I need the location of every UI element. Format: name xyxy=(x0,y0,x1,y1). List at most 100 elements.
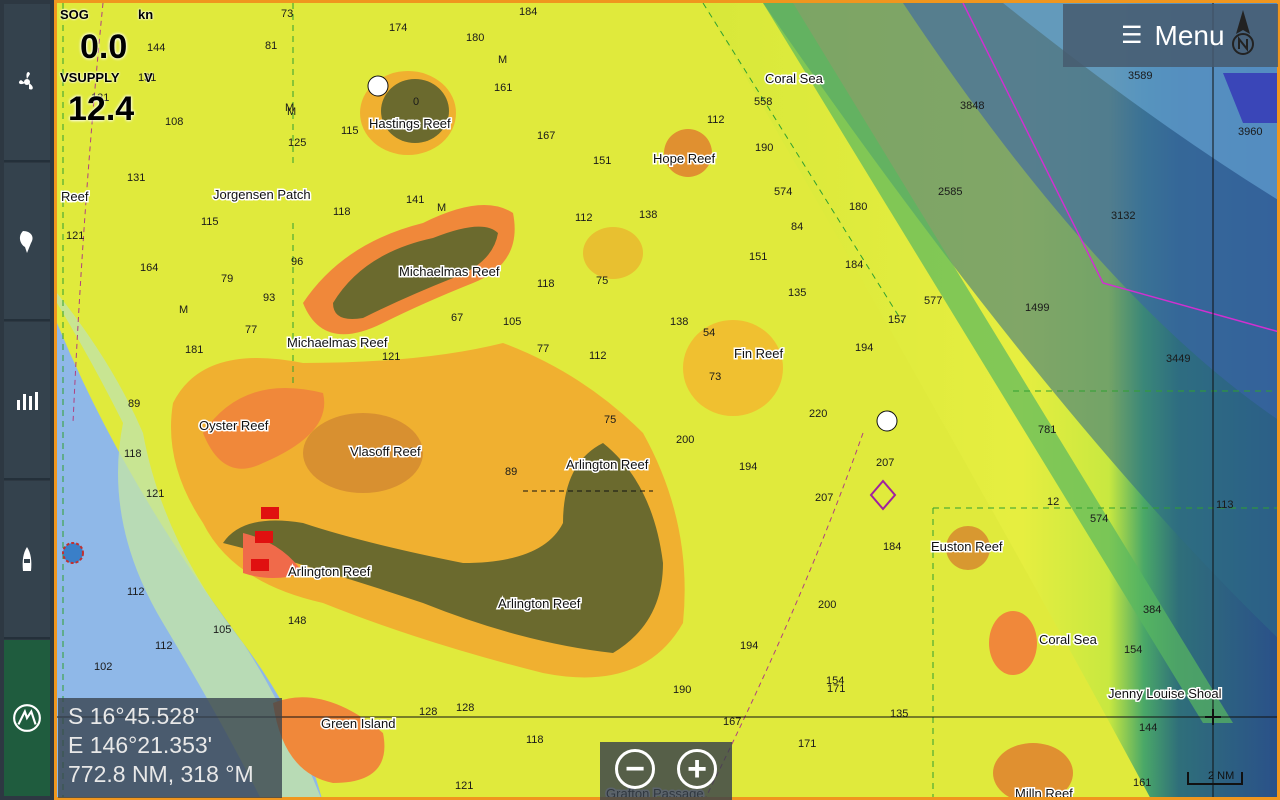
depth-sounding: 112 xyxy=(575,212,593,224)
depth-sounding: 138 xyxy=(670,316,688,328)
depth-sounding: 115 xyxy=(201,216,219,228)
depth-sounding: 3589 xyxy=(1128,70,1152,82)
depth-sounding: 118 xyxy=(537,278,555,290)
vsupply-value: 12.4 xyxy=(68,90,135,128)
hastings-reef-core xyxy=(381,79,449,143)
depth-sounding: 135 xyxy=(788,287,806,299)
nautical-chart: 73174180184144 81131131108MM 0M16715111255… xyxy=(57,3,1277,800)
sidebar-item-sonar[interactable] xyxy=(4,163,50,321)
buoy-icon[interactable] xyxy=(62,542,84,564)
depth-sounding: M xyxy=(179,304,188,316)
depth-sounding: 102 xyxy=(94,661,112,673)
depth-sounding: 81 xyxy=(265,40,277,52)
depth-sounding: 180 xyxy=(849,201,867,213)
sidebar-item-home[interactable] xyxy=(4,640,50,796)
place-label: Oyster Reef xyxy=(199,418,269,433)
depth-sounding: 0 xyxy=(413,96,419,108)
depth-sounding: 207 xyxy=(876,457,894,469)
depth-sounding: 77 xyxy=(537,343,549,355)
boat-icon xyxy=(22,547,32,571)
sidebar-item-engine[interactable] xyxy=(4,4,50,162)
depth-sounding: 3960 xyxy=(1238,126,1262,138)
depth-sounding: M xyxy=(498,54,507,66)
depth-sounding: 12 xyxy=(1047,496,1059,508)
zoom-controls: − + xyxy=(600,742,732,800)
depth-sounding: 125 xyxy=(288,137,306,149)
depth-sounding: 194 xyxy=(739,461,757,473)
depth-sounding: 220 xyxy=(809,408,827,420)
place-label: Coral Sea xyxy=(765,71,824,86)
depth-sounding: 144 xyxy=(1139,722,1157,734)
chart-map[interactable]: 73 174 180 184 144 81 131 131 108 M M 0 M 167 151 112 55… xyxy=(54,0,1280,800)
depth-sounding: 84 xyxy=(791,221,803,233)
depth-sounding: 112 xyxy=(127,586,145,598)
small-reef-shape xyxy=(583,227,643,279)
depth-sounding: 161 xyxy=(494,82,512,94)
sidebar xyxy=(0,0,54,800)
depth-sounding: 113 xyxy=(1216,499,1234,511)
depth-sounding: 118 xyxy=(526,734,544,746)
depth-sounding: M xyxy=(287,106,296,118)
depth-sounding: 194 xyxy=(855,342,873,354)
depth-sounding: 118 xyxy=(124,448,142,460)
fin-reef-shape xyxy=(683,320,783,416)
depth-sounding: 112 xyxy=(707,114,725,126)
coral-sea-reef-shape xyxy=(989,611,1037,675)
brand-logo-icon xyxy=(13,704,41,732)
place-label: Milln Reef xyxy=(1015,786,1073,800)
place-label: Jorgensen Patch xyxy=(213,187,311,202)
depth-sounding: 180 xyxy=(466,32,484,44)
depth-sounding: 121 xyxy=(146,488,164,500)
latitude: S 16°45.528' xyxy=(68,703,200,729)
zoom-in-button[interactable]: + xyxy=(677,749,717,789)
depth-sounding: 154 xyxy=(826,675,844,687)
depth-sounding: 54 xyxy=(703,327,715,339)
place-label: Coral Sea xyxy=(1039,632,1098,647)
depth-sounding: 138 xyxy=(639,209,657,221)
sidebar-item-vessel[interactable] xyxy=(4,481,50,639)
place-label: Arlington Reef xyxy=(288,564,371,579)
range-bearing: 772.8 NM, 318 °M xyxy=(68,761,254,787)
depth-sounding: 184 xyxy=(519,6,537,18)
depth-sounding: 164 xyxy=(140,262,158,274)
sidebar-item-instruments[interactable] xyxy=(4,322,50,480)
depth-sounding: 781 xyxy=(1038,424,1056,436)
depth-sounding: 574 xyxy=(774,186,792,198)
depth-sounding: 67 xyxy=(451,312,463,324)
place-label: Jenny Louise Shoal xyxy=(1108,686,1222,701)
depth-sounding: 115 xyxy=(341,125,359,137)
depth-sounding: 3132 xyxy=(1111,210,1135,222)
depth-sounding: 1499 xyxy=(1025,302,1049,314)
compass-rose-c-icon xyxy=(367,75,389,97)
depth-sounding: 128 xyxy=(456,702,474,714)
depth-sounding: 167 xyxy=(723,716,741,728)
depth-sounding: 93 xyxy=(263,292,275,304)
depth-sounding: 112 xyxy=(589,350,607,362)
depth-sounding: 141 xyxy=(406,194,424,206)
cursor-position-readout: S 16°45.528' E 146°21.353' 772.8 NM, 318… xyxy=(58,698,282,798)
fan-icon xyxy=(18,71,33,90)
depth-sounding: 112 xyxy=(155,640,173,652)
place-label: Euston Reef xyxy=(931,539,1003,554)
depth-sounding: M xyxy=(437,202,446,214)
depth-sounding: 574 xyxy=(1090,513,1108,525)
depth-sounding: 89 xyxy=(505,466,517,478)
depth-sounding: 3449 xyxy=(1166,353,1190,365)
depth-sounding: 207 xyxy=(815,492,833,504)
depth-sounding: 131 xyxy=(127,172,145,184)
depth-sounding: 151 xyxy=(593,155,611,167)
sog-unit: kn xyxy=(138,7,154,22)
depth-sounding: 384 xyxy=(1143,604,1161,616)
depth-sounding: 79 xyxy=(221,273,233,285)
depth-sounding: 577 xyxy=(924,295,942,307)
depth-sounding: 128 xyxy=(419,706,437,718)
zoom-out-button[interactable]: − xyxy=(615,749,655,789)
depth-sounding: 558 xyxy=(754,96,772,108)
sog-label: SOG xyxy=(60,7,89,22)
north-up-icon[interactable] xyxy=(1226,6,1260,62)
depth-sounding: 96 xyxy=(291,256,303,268)
place-label: Arlington Reef xyxy=(498,596,581,611)
depth-sounding: 73 xyxy=(709,371,721,383)
depth-sounding: 108 xyxy=(165,116,183,128)
place-label: Michaelmas Reef xyxy=(399,264,500,279)
